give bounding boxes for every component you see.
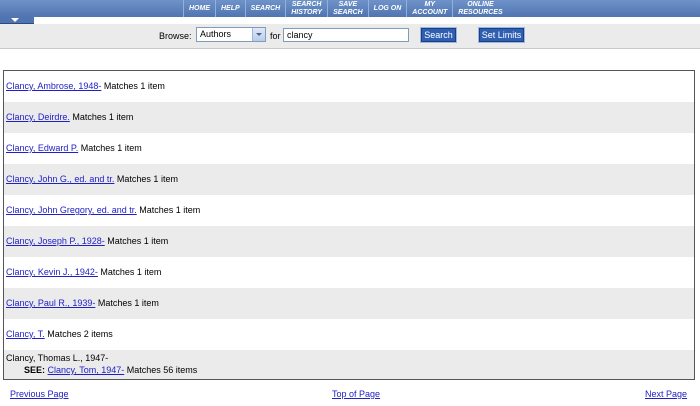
for-label: for [270, 31, 281, 41]
table-row: Clancy, Joseph P., 1928- Matches 1 item [4, 226, 694, 257]
match-count: Matches 1 item [139, 205, 201, 215]
see-heading: Clancy, Thomas L., 1947- [6, 353, 109, 363]
chevron-down-icon [252, 28, 265, 41]
nav-save-search[interactable]: SAVE SEARCH [327, 0, 368, 17]
browse-label: Browse: [159, 31, 192, 41]
see-author-link[interactable]: Clancy, Tom, 1947- [48, 365, 125, 375]
table-row: Clancy, John G., ed. and tr. Matches 1 i… [4, 164, 694, 195]
author-link[interactable]: Clancy, Ambrose, 1948- [6, 81, 101, 91]
table-row: Clancy, T. Matches 2 items [4, 319, 694, 350]
author-link[interactable]: Clancy, Deirdre. [6, 112, 70, 122]
previous-page-link[interactable]: Previous Page [10, 389, 69, 399]
author-link[interactable]: Clancy, John Gregory, ed. and tr. [6, 205, 137, 215]
search-button[interactable]: Search [420, 27, 457, 43]
browse-field-select[interactable]: Authors [196, 27, 266, 42]
table-row: Clancy, Paul R., 1939- Matches 1 item [4, 288, 694, 319]
author-link[interactable]: Clancy, John G., ed. and tr. [6, 174, 114, 184]
nav-online-resources[interactable]: ONLINE RESOURCES [452, 0, 507, 17]
nav-search-history[interactable]: SEARCH HISTORY [285, 0, 327, 17]
top-of-page-link[interactable]: Top of Page [332, 389, 380, 399]
table-row: Clancy, Kevin J., 1942- Matches 1 item [4, 257, 694, 288]
author-link[interactable]: Clancy, Paul R., 1939- [6, 298, 95, 308]
author-link[interactable]: Clancy, Joseph P., 1928- [6, 236, 105, 246]
table-row-see-reference: Clancy, Thomas L., 1947- SEE: Clancy, To… [4, 350, 694, 379]
see-label: SEE: [24, 365, 46, 375]
author-link[interactable]: Clancy, T. [6, 329, 45, 339]
table-row: Clancy, Deirdre. Matches 1 item [4, 102, 694, 133]
match-count: Matches 1 item [116, 174, 178, 184]
match-count: Matches 1 item [107, 236, 169, 246]
nav-menu: HOME HELP SEARCH SEARCH HISTORY SAVE SEA… [183, 0, 508, 17]
nav-log-on[interactable]: LOG ON [367, 0, 407, 17]
match-count: Matches 2 items [47, 329, 113, 339]
next-page-link[interactable]: Next Page [645, 389, 687, 399]
nav-help[interactable]: HELP [215, 0, 245, 17]
nav-search[interactable]: SEARCH [244, 0, 286, 17]
match-count: Matches 1 item [103, 81, 165, 91]
table-row: Clancy, Ambrose, 1948- Matches 1 item [4, 71, 694, 102]
chevron-down-icon [11, 18, 19, 22]
match-count: Matches 1 item [97, 298, 159, 308]
match-count: Matches 1 item [100, 267, 162, 277]
browse-field-value: Authors [200, 29, 232, 39]
author-link[interactable]: Clancy, Kevin J., 1942- [6, 267, 98, 277]
results-table: Clancy, Ambrose, 1948- Matches 1 item Cl… [3, 70, 695, 380]
nav-home[interactable]: HOME [183, 0, 215, 17]
search-input[interactable] [283, 28, 409, 42]
top-nav-bar: HOME HELP SEARCH SEARCH HISTORY SAVE SEA… [0, 0, 700, 17]
author-link[interactable]: Clancy, Edward P. [6, 143, 78, 153]
set-limits-button[interactable]: Set Limits [478, 27, 525, 43]
match-count: Matches 1 item [72, 112, 134, 122]
nav-collapse-tab[interactable] [0, 17, 34, 24]
table-row: Clancy, Edward P. Matches 1 item [4, 133, 694, 164]
table-row: Clancy, John Gregory, ed. and tr. Matche… [4, 195, 694, 226]
match-count: Matches 1 item [80, 143, 142, 153]
match-count: Matches 56 items [126, 365, 198, 375]
search-bar: Browse: Authors for Search Set Limits [0, 24, 700, 49]
nav-my-account[interactable]: MY ACCOUNT [406, 0, 452, 17]
